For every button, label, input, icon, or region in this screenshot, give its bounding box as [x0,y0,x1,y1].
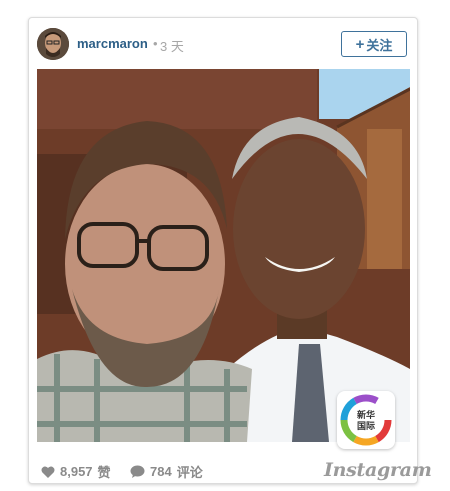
watermark-line2: 国际 [357,421,375,432]
comment-bubble-icon [130,465,145,478]
likes-count: 8,957 [60,464,93,479]
instagram-logo[interactable]: Instagram [324,459,432,481]
avatar[interactable] [37,28,69,60]
follow-label: 关注 [366,37,393,53]
xinhua-watermark: 新华 国际 [337,391,395,449]
likes-stat[interactable]: 8,957 赞 [41,462,111,481]
post-footer: 8,957 赞 784 评论 Instagram [39,458,432,481]
watermark-line1: 新华 [357,409,375,421]
heart-icon [41,466,55,478]
comments-label: 评论 [176,465,203,480]
plus-icon: + [355,35,365,53]
likes-label: 赞 [97,465,111,480]
post-photo[interactable] [37,69,410,442]
separator-dot: • [153,36,158,51]
username-link[interactable]: marcmaron [77,36,148,51]
comments-count: 784 [150,464,172,479]
comments-stat[interactable]: 784 评论 [130,462,203,481]
follow-button[interactable]: + 关注 [341,31,407,57]
post-time: 3 天 [160,39,184,54]
